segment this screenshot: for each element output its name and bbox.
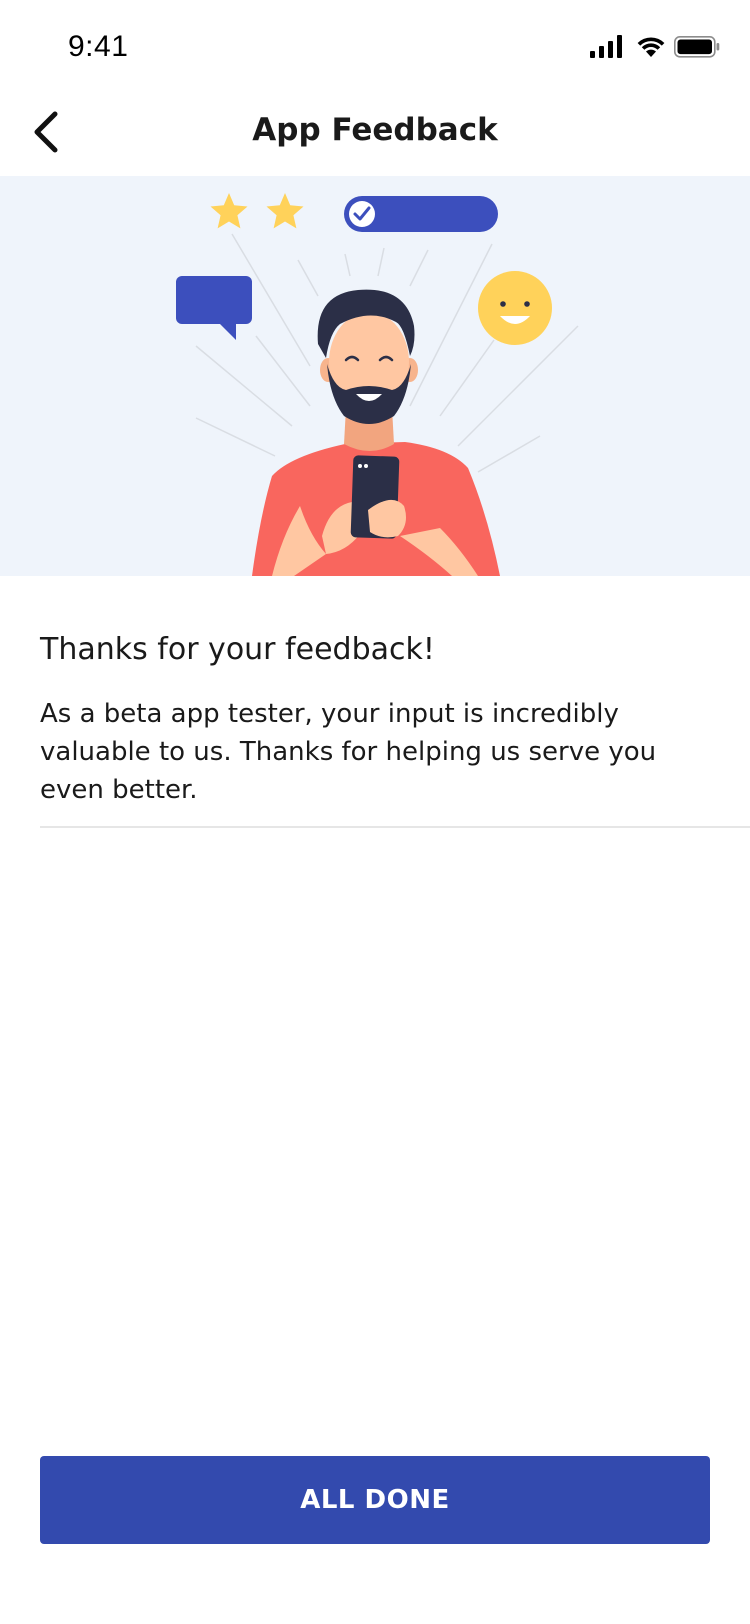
body-text: As a beta app tester, your input is incr… [40, 699, 657, 805]
star-icon [266, 193, 304, 229]
chat-bubble-icon [176, 276, 252, 340]
signal-icon [590, 35, 622, 58]
smiley-icon [478, 271, 552, 345]
headline: Thanks for your feedback! [40, 632, 435, 667]
feedback-illustration [176, 193, 579, 576]
status-bar: 9:41 [0, 0, 750, 88]
page-title: App Feedback [252, 112, 498, 148]
battery-icon [674, 36, 720, 58]
hero-illustration [0, 176, 750, 576]
feedback-message: Thanks for your feedback! As a beta app … [40, 630, 740, 809]
wifi-icon [637, 37, 665, 57]
check-toggle-icon [344, 196, 498, 232]
star-icon [210, 193, 248, 229]
all-done-button[interactable]: ALL DONE [40, 1456, 710, 1544]
divider [40, 826, 750, 828]
status-time: 9:41 [68, 30, 129, 63]
person-illustration [252, 289, 500, 576]
status-icons [590, 35, 720, 58]
nav-bar: App Feedback [0, 88, 750, 176]
